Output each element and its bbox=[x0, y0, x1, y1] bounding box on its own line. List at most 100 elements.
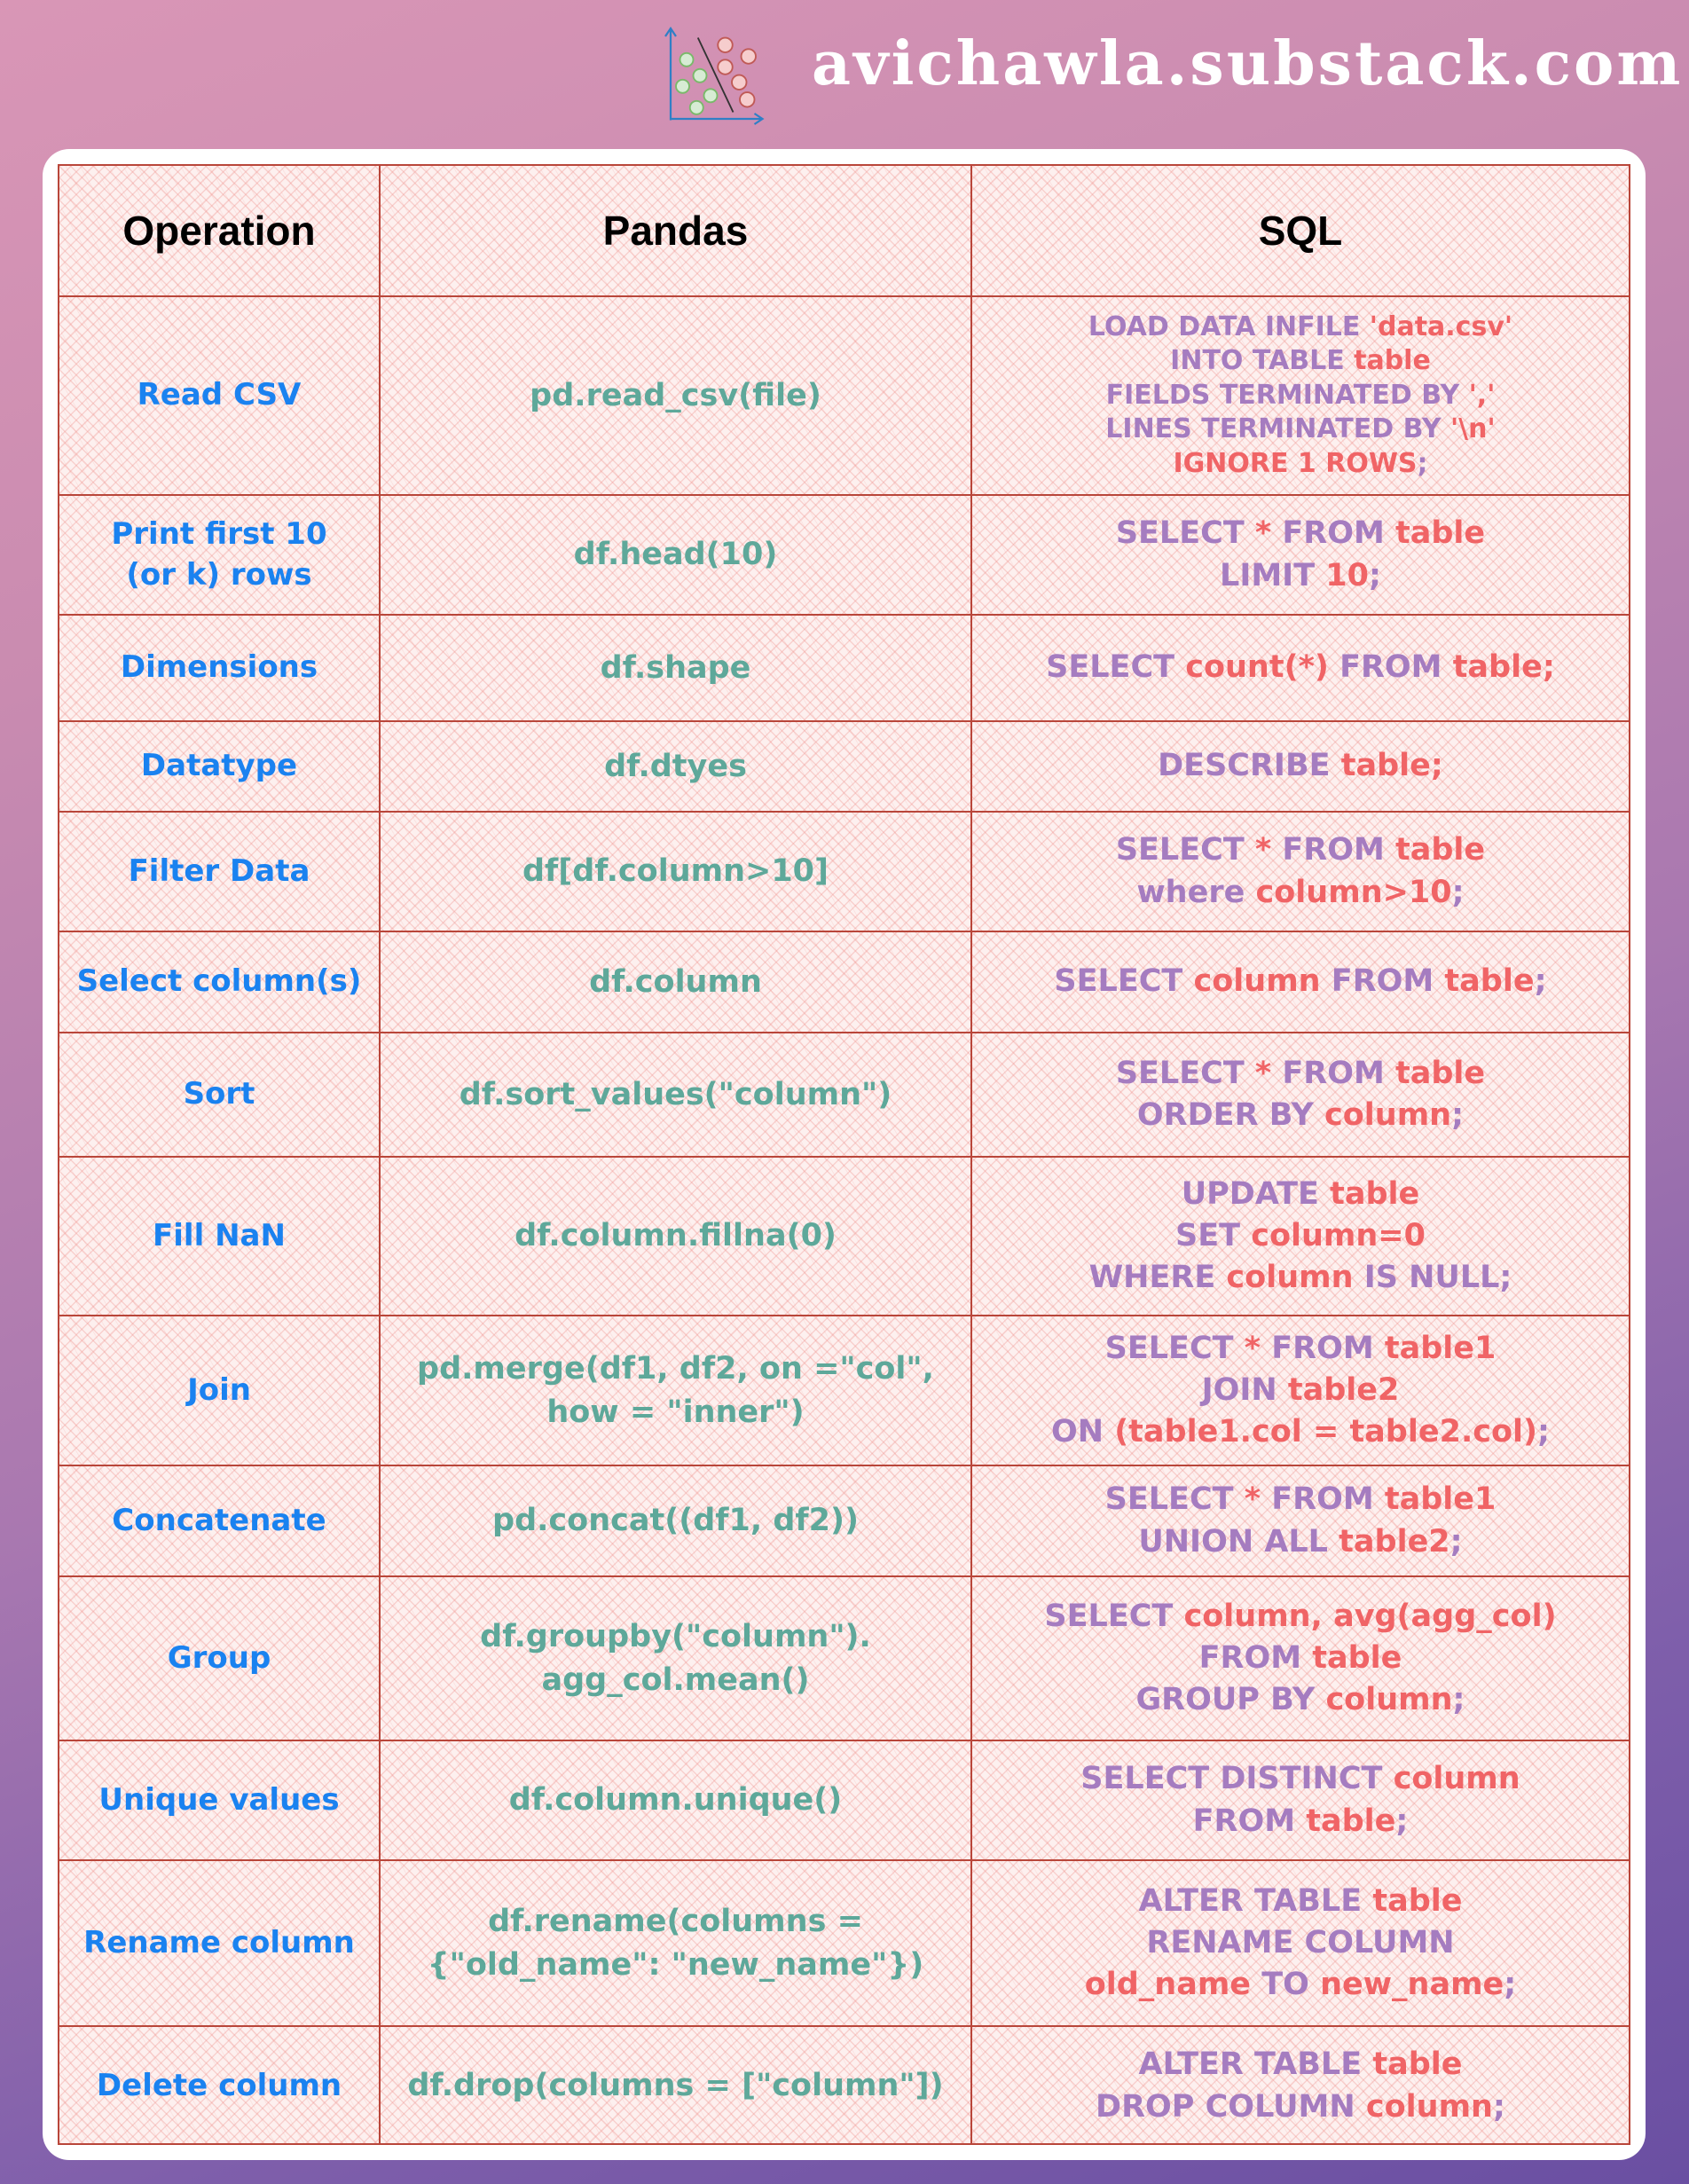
sql-identifier: table bbox=[1395, 515, 1486, 552]
sql-keyword: DESCRIBE bbox=[1158, 748, 1341, 784]
operation-cell: Select column(s) bbox=[59, 932, 381, 1032]
sql-line: UNION ALL table2; bbox=[1138, 1521, 1462, 1563]
pandas-code: df.rename(columns = bbox=[488, 1903, 863, 1939]
sql-identifier: table bbox=[1306, 1803, 1396, 1839]
pandas-cell: df.sort_values("column") bbox=[381, 1033, 972, 1156]
sql-identifier: column, avg(agg_col) bbox=[1183, 1598, 1557, 1634]
header-pandas: Pandas bbox=[381, 166, 972, 295]
sql-identifier: '\n' bbox=[1450, 413, 1496, 445]
sql-keyword: INTO TABLE bbox=[1170, 345, 1355, 377]
sql-keyword: SELECT bbox=[1115, 832, 1255, 868]
pandas-code: agg_col.mean() bbox=[541, 1662, 810, 1698]
sql-line: old_name TO new_name; bbox=[1085, 1964, 1517, 2006]
pandas-code: {"old_name": "new_name"}) bbox=[427, 1946, 924, 1983]
operation-label: Unique values bbox=[98, 1781, 340, 1818]
sql-cell: SELECT * FROM table ORDER BY column; bbox=[972, 1033, 1629, 1156]
sql-identifier: 10 bbox=[1325, 557, 1369, 593]
operation-label: Select column(s) bbox=[76, 963, 362, 1000]
operation-label: Filter Data bbox=[128, 852, 310, 889]
operation-label: Fill NaN bbox=[153, 1217, 286, 1253]
pandas-cell: df.shape bbox=[381, 616, 972, 720]
sql-cell: LOAD DATA INFILE 'data.csv' INTO TABLE ta… bbox=[972, 297, 1629, 494]
sql-identifier: (table1.col = table2.col) bbox=[1114, 1414, 1538, 1450]
header-sql: SQL bbox=[1258, 208, 1343, 254]
table-row: Print first 10 (or k) rows df.head(10) SELE… bbox=[59, 496, 1629, 616]
sql-keyword: SELECT bbox=[1104, 1330, 1245, 1366]
sql-keyword: RENAME COLUMN bbox=[1146, 1924, 1455, 1960]
sql-identifier: table bbox=[1395, 832, 1486, 868]
sql-keyword: SELECT bbox=[1115, 515, 1255, 552]
operation-cell: Join bbox=[59, 1316, 381, 1465]
sql-line: ON (table1.col = table2.col); bbox=[1051, 1411, 1550, 1453]
sql-keyword: ALTER TABLE bbox=[1138, 1882, 1373, 1919]
sql-cell: SELECT * FROM table1 JOIN table2 ON (table… bbox=[972, 1316, 1629, 1465]
table-row: Fill NaN df.column.fillna(0) UPDATE table S… bbox=[59, 1158, 1629, 1316]
pandas-code: df[df.column>10] bbox=[522, 853, 829, 889]
sql-keyword: WHERE bbox=[1088, 1260, 1227, 1296]
sql-identifier: * bbox=[1254, 1055, 1283, 1091]
sql-identifier: column bbox=[1193, 963, 1332, 1000]
sql-keyword: FROM bbox=[1282, 515, 1396, 552]
operation-label: Datatype bbox=[140, 748, 298, 784]
sql-identifier: table2 bbox=[1339, 1523, 1450, 1559]
sql-line: RENAME COLUMN bbox=[1146, 1922, 1454, 1964]
operation-cell: Unique values bbox=[59, 1741, 381, 1859]
pandas-code: how = "inner") bbox=[546, 1394, 805, 1430]
sql-keyword: SELECT bbox=[1104, 1481, 1245, 1518]
sql-keyword: ; bbox=[1492, 2088, 1505, 2125]
sql-line: ALTER TABLE table bbox=[1139, 1881, 1463, 1922]
sql-line: WHERE column IS NULL; bbox=[1089, 1257, 1512, 1299]
pandas-cell: pd.read_csv(file) bbox=[381, 297, 972, 494]
header-operation: Operation bbox=[59, 166, 381, 295]
sql-line: SELECT * FROM table1 bbox=[1105, 1479, 1497, 1520]
sql-keyword: FROM bbox=[1198, 1639, 1313, 1676]
sql-line: SET column=0 bbox=[1175, 1215, 1426, 1257]
pandas-code: df.shape bbox=[600, 649, 751, 686]
sql-line: SELECT DISTINCT column bbox=[1080, 1758, 1520, 1800]
sql-cell: SELECT column FROM table; bbox=[972, 932, 1629, 1032]
sql-keyword: SELECT bbox=[1054, 963, 1194, 1000]
pandas-code: df.groupby("column"). bbox=[480, 1618, 871, 1654]
sql-keyword: ; bbox=[1368, 557, 1381, 593]
sql-keyword: ON bbox=[1050, 1414, 1115, 1450]
sql-cell: SELECT * FROM table1 UNION ALL table2; bbox=[972, 1466, 1629, 1575]
pandas-cell: df.head(10) bbox=[381, 496, 972, 614]
sql-cell: ALTER TABLE table RENAME COLUMN old_name T… bbox=[972, 1861, 1629, 2025]
sql-line: SELECT count(*) FROM table; bbox=[1046, 647, 1555, 688]
operation-label: (or k) rows bbox=[126, 556, 312, 593]
sql-cell: SELECT count(*) FROM table; bbox=[972, 616, 1629, 720]
sql-keyword: JOIN bbox=[1201, 1371, 1288, 1408]
sql-line: GROUP BY column; bbox=[1135, 1679, 1465, 1721]
pandas-cell: df.column bbox=[381, 932, 972, 1032]
sql-keyword: LINES TERMINATED BY bbox=[1105, 413, 1450, 445]
sql-cell: SELECT * FROM table LIMIT 10; bbox=[972, 496, 1629, 614]
sql-keyword: LIMIT bbox=[1220, 557, 1326, 593]
pandas-cell: df.rename(columns = {"old_name": "new_nam… bbox=[381, 1861, 972, 2025]
table-row: Dimensions df.shape SELECT count(*) FROM t… bbox=[59, 616, 1629, 722]
sql-keyword: FROM bbox=[1331, 963, 1445, 1000]
sql-identifier: count(*) bbox=[1185, 649, 1340, 686]
pandas-sql-table: Operation Pandas SQL Read CSV pd.read_csv… bbox=[58, 164, 1630, 2145]
operation-label: Concatenate bbox=[112, 1502, 326, 1538]
pandas-code: pd.read_csv(file) bbox=[530, 377, 821, 413]
sql-keyword: ALTER TABLE bbox=[1138, 2047, 1373, 2083]
sql-identifier: table; bbox=[1452, 649, 1555, 686]
sql-line: SELECT * FROM table1 bbox=[1105, 1328, 1497, 1370]
sql-keyword: ; bbox=[1451, 874, 1465, 910]
sql-keyword: ; bbox=[1452, 1682, 1465, 1718]
sql-keyword: GROUP BY bbox=[1135, 1682, 1326, 1718]
operation-cell: Filter Data bbox=[59, 813, 381, 931]
sql-line: ORDER BY column; bbox=[1137, 1095, 1464, 1136]
sql-keyword: FROM bbox=[1271, 1330, 1385, 1366]
header-row: Operation Pandas SQL bbox=[59, 166, 1629, 297]
sql-cell: SELECT column, avg(agg_col) FROM table GRO… bbox=[972, 1577, 1629, 1740]
sql-line: FROM table; bbox=[1193, 1801, 1409, 1842]
sql-keyword: FROM bbox=[1271, 1481, 1385, 1518]
sql-keyword: LOAD DATA INFILE bbox=[1088, 311, 1370, 343]
sql-keyword: TO bbox=[1261, 1967, 1321, 2003]
sql-identifier: table1 bbox=[1384, 1481, 1497, 1518]
sql-identifier: column>10 bbox=[1255, 874, 1452, 910]
sql-identifier: table1 bbox=[1384, 1330, 1497, 1366]
pandas-code: df.drop(columns = ["column"]) bbox=[407, 2068, 944, 2103]
operation-cell: Rename column bbox=[59, 1861, 381, 2025]
